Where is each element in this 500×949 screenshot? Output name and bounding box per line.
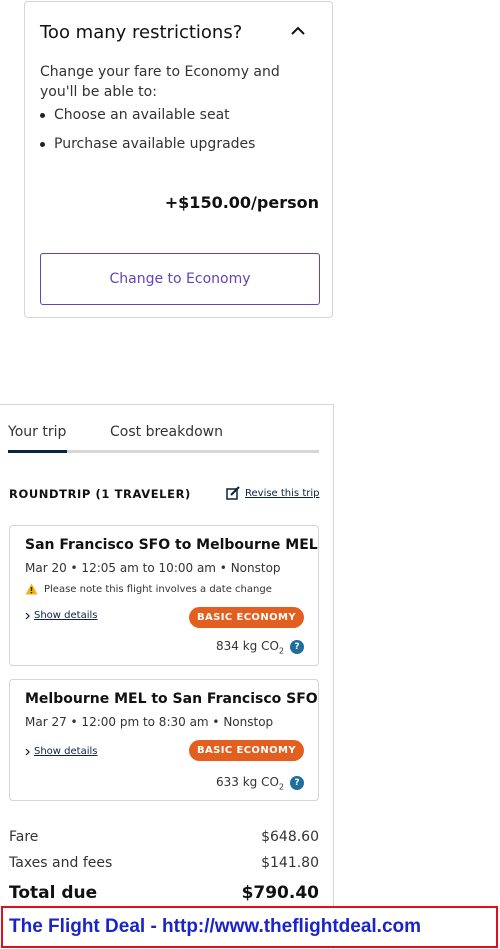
upsell-price: +$150.00/person — [164, 193, 319, 212]
segment-route: Melbourne MEL to San Francisco SFO — [25, 691, 318, 707]
show-details-link[interactable]: Show details — [25, 610, 97, 621]
co2-emissions: 834 kg CO2 ? — [216, 639, 304, 655]
taxes-label: Taxes and fees — [9, 855, 113, 871]
tab-active-indicator — [8, 450, 67, 453]
flight-deal-banner: The Flight Deal - http://www.theflightde… — [1, 906, 498, 948]
segment-times: Mar 27 • 12:00 pm to 8:30 am • Nonstop — [25, 715, 274, 729]
taxes-value: $141.80 — [261, 855, 319, 871]
trip-summary-panel: Your trip Cost breakdown ROUNDTRIP (1 TR… — [0, 404, 334, 949]
help-icon[interactable]: ? — [290, 776, 304, 791]
show-details-label: Show details — [34, 610, 98, 621]
benefits-list: Choose an available seat Purchase availa… — [40, 105, 255, 163]
co2-emissions: 633 kg CO2 ? — [216, 775, 304, 791]
basic-economy-badge: BASIC ECONOMY — [188, 740, 304, 761]
show-details-label: Show details — [34, 746, 98, 757]
revise-trip-label: Revise this trip — [245, 487, 320, 499]
total-label: Total due — [9, 883, 98, 903]
chevron-right-icon — [25, 612, 30, 619]
benefit-item: Choose an available seat — [40, 105, 255, 134]
segment-route: San Francisco SFO to Melbourne MEL — [25, 537, 318, 553]
upsell-card: Too many restrictions? Change your fare … — [24, 1, 333, 318]
chevron-up-icon[interactable] — [291, 26, 305, 36]
fare-row: Fare $648.60 — [9, 829, 319, 845]
co2-value: 834 kg CO2 — [215, 639, 284, 656]
trip-heading: ROUNDTRIP (1 TRAVELER) — [9, 487, 191, 501]
total-value: $790.40 — [241, 883, 319, 903]
change-to-economy-button[interactable]: Change to Economy — [40, 253, 320, 305]
flight-segment-return: Melbourne MEL to San Francisco SFO Mar 2… — [9, 679, 319, 801]
flight-segment-outbound: San Francisco SFO to Melbourne MEL Mar 2… — [9, 525, 319, 666]
total-row: Total due $790.40 — [9, 883, 319, 903]
help-icon[interactable]: ? — [290, 640, 304, 655]
fare-value: $648.60 — [261, 829, 319, 845]
warning-icon — [25, 583, 38, 595]
chevron-right-icon — [25, 748, 30, 755]
banner-text: The Flight Deal - http://www.theflightde… — [9, 916, 422, 937]
tab-your-trip[interactable]: Your trip — [8, 424, 66, 440]
show-details-link[interactable]: Show details — [25, 746, 97, 757]
warning-text: Please note this flight involves a date … — [44, 583, 272, 595]
segment-times: Mar 20 • 12:05 am to 10:00 am • Nonstop — [25, 561, 281, 575]
co2-value: 633 kg CO2 — [215, 775, 284, 792]
edit-icon — [226, 486, 240, 500]
revise-trip-link[interactable]: Revise this trip — [226, 486, 319, 500]
benefit-item: Purchase available upgrades — [40, 134, 255, 163]
taxes-row: Taxes and fees $141.80 — [9, 855, 319, 871]
upsell-intro: Change your fare to Economy and you'll b… — [40, 64, 280, 100]
date-change-warning: Please note this flight involves a date … — [25, 583, 272, 595]
fare-label: Fare — [9, 829, 39, 845]
tab-cost-breakdown[interactable]: Cost breakdown — [110, 424, 223, 440]
basic-economy-badge: BASIC ECONOMY — [188, 607, 304, 628]
upsell-title: Too many restrictions? — [40, 22, 243, 43]
